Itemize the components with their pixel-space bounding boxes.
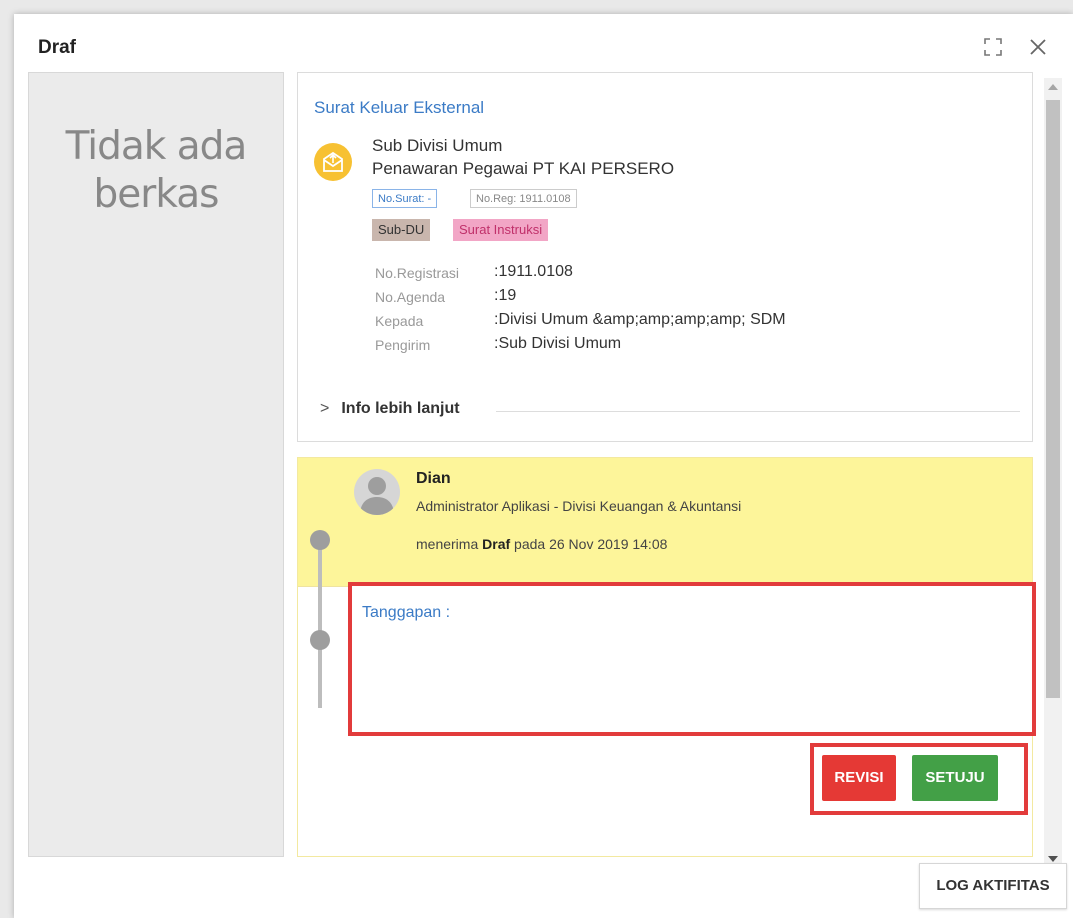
action-text: menerima Draf pada 26 Nov 2019 14:08 bbox=[416, 536, 667, 552]
scrollbar-thumb[interactable] bbox=[1046, 100, 1060, 698]
chevron-right-icon: > bbox=[320, 400, 330, 417]
response-field[interactable]: Tanggapan : bbox=[348, 582, 1036, 736]
no-file-line1: Tidak ada bbox=[65, 124, 248, 169]
info-label-registrasi: No.Registrasi bbox=[375, 265, 460, 281]
action-suffix: pada 26 Nov 2019 14:08 bbox=[514, 536, 668, 552]
more-info-label: Info lebih lanjut bbox=[341, 400, 460, 417]
draf-dialog: Draf Tidak ada berkas Surat Keluar Ekste… bbox=[14, 14, 1073, 918]
action-item: Draf bbox=[482, 536, 511, 552]
no-surat-chip: No.Surat: - bbox=[372, 189, 438, 208]
letter-subject: Penawaran Pegawai PT KAI PERSERO bbox=[372, 159, 675, 178]
no-file-line2: berkas bbox=[93, 172, 220, 217]
no-file-message: Tidak ada berkas bbox=[29, 123, 283, 219]
close-icon[interactable] bbox=[1028, 37, 1048, 57]
scroll-down-icon[interactable] bbox=[1048, 856, 1058, 862]
timeline-entry: Dian Administrator Aplikasi - Divisi Keu… bbox=[297, 457, 1036, 857]
detail-scroll-area: Surat Keluar Eksternal Sub Divisi Umum P… bbox=[297, 72, 1043, 857]
timeline-header: Dian Administrator Aplikasi - Divisi Keu… bbox=[298, 458, 1032, 587]
info-label-pengirim: Pengirim bbox=[375, 337, 431, 353]
scrollbar[interactable] bbox=[1044, 78, 1062, 868]
info-label-agenda: No.Agenda bbox=[375, 289, 446, 305]
sender-unit: Sub Divisi Umum bbox=[372, 136, 503, 155]
user-name: Dian bbox=[416, 470, 451, 487]
envelope-icon bbox=[314, 143, 352, 181]
user-role: Administrator Aplikasi - Divisi Keuangan… bbox=[416, 498, 742, 514]
info-value-registrasi: :1911.0108 bbox=[494, 263, 573, 280]
log-aktifitas-button[interactable]: LOG AKTIFITAS bbox=[919, 863, 1067, 909]
file-preview-panel: Tidak ada berkas bbox=[28, 72, 284, 857]
divider bbox=[496, 411, 1020, 412]
response-label: Tanggapan : bbox=[362, 604, 451, 621]
timeline-dot bbox=[310, 630, 330, 650]
info-value-kepada: :Divisi Umum &amp;amp;amp;amp; SDM bbox=[494, 311, 786, 328]
action-buttons: REVISI SETUJU bbox=[810, 743, 1028, 815]
setuju-button[interactable]: SETUJU bbox=[912, 755, 998, 801]
info-value-pengirim: :Sub Divisi Umum bbox=[494, 335, 622, 352]
maximize-icon[interactable] bbox=[984, 38, 1002, 56]
letter-type[interactable]: Surat Keluar Eksternal bbox=[314, 98, 484, 118]
no-reg-chip: No.Reg: 1911.0108 bbox=[470, 189, 577, 208]
scroll-up-icon[interactable] bbox=[1048, 84, 1058, 90]
letter-card: Surat Keluar Eksternal Sub Divisi Umum P… bbox=[297, 72, 1033, 442]
dialog-title: Draf bbox=[38, 37, 77, 58]
action-prefix: menerima bbox=[416, 536, 479, 552]
info-label-kepada: Kepada bbox=[375, 313, 424, 329]
tag-surat-instruksi: Surat Instruksi bbox=[453, 219, 549, 241]
timeline-line bbox=[318, 538, 322, 708]
info-value-agenda: :19 bbox=[494, 287, 517, 304]
user-avatar-icon bbox=[354, 469, 400, 515]
tag-sub-du: Sub-DU bbox=[372, 219, 431, 241]
more-info-toggle[interactable]: > Info lebih lanjut bbox=[320, 400, 460, 418]
revisi-button[interactable]: REVISI bbox=[822, 755, 896, 801]
timeline-dot bbox=[310, 530, 330, 550]
